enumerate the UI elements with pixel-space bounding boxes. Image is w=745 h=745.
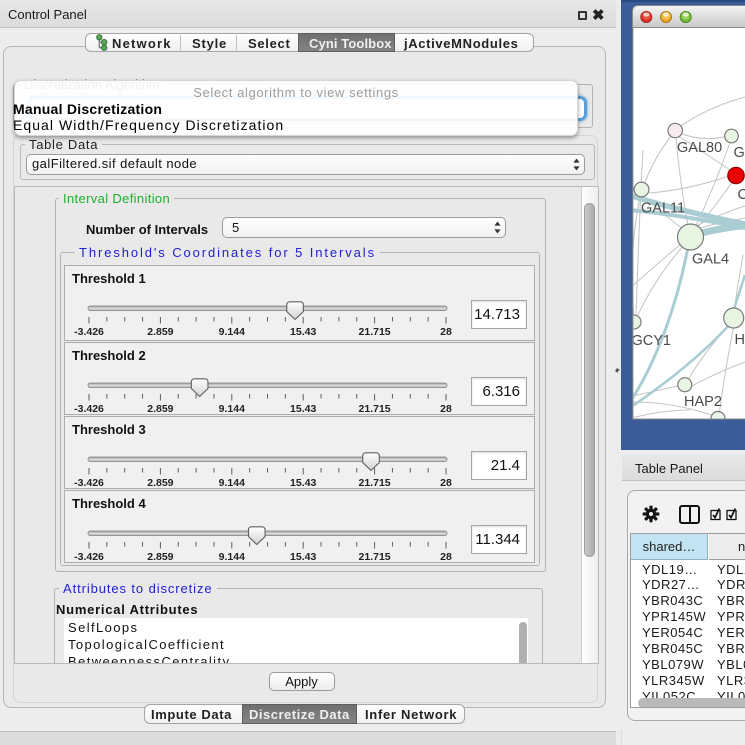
svg-text:2.859: 2.859 (147, 326, 173, 338)
svg-text:GAL11: GAL11 (641, 201, 685, 217)
svg-text:15.43: 15.43 (290, 477, 316, 489)
svg-text:21.715: 21.715 (359, 403, 391, 415)
svg-text:9.144: 9.144 (219, 326, 245, 338)
svg-text:-3.426: -3.426 (74, 326, 104, 338)
svg-text:GAL80: GAL80 (677, 140, 722, 156)
svg-text:15.43: 15.43 (290, 326, 316, 338)
svg-text:2.859: 2.859 (147, 403, 173, 415)
svg-text:HAP2: HAP2 (684, 394, 722, 410)
svg-text:9.144: 9.144 (219, 551, 245, 563)
svg-text:2.859: 2.859 (147, 477, 173, 489)
svg-text:9.144: 9.144 (219, 477, 245, 489)
svg-text:-3.426: -3.426 (74, 477, 104, 489)
svg-text:-3.426: -3.426 (74, 403, 104, 415)
svg-text:15.43: 15.43 (290, 403, 316, 415)
svg-text:HIS: HIS (735, 332, 745, 348)
svg-text:-3.426: -3.426 (74, 551, 104, 563)
svg-text:28: 28 (440, 403, 452, 415)
svg-text:CD: CD (738, 187, 745, 203)
svg-text:21.715: 21.715 (359, 477, 391, 489)
svg-text:21.715: 21.715 (359, 326, 391, 338)
svg-text:GAL4: GAL4 (692, 252, 729, 268)
svg-text:28: 28 (440, 477, 452, 489)
svg-text:21.715: 21.715 (359, 551, 391, 563)
svg-text:GCY1: GCY1 (632, 333, 672, 349)
svg-text:2.859: 2.859 (147, 551, 173, 563)
svg-text:28: 28 (440, 551, 452, 563)
svg-text:15.43: 15.43 (290, 551, 316, 563)
svg-text:9.144: 9.144 (219, 403, 245, 415)
svg-text:GA: GA (734, 145, 745, 161)
svg-text:28: 28 (440, 326, 452, 338)
